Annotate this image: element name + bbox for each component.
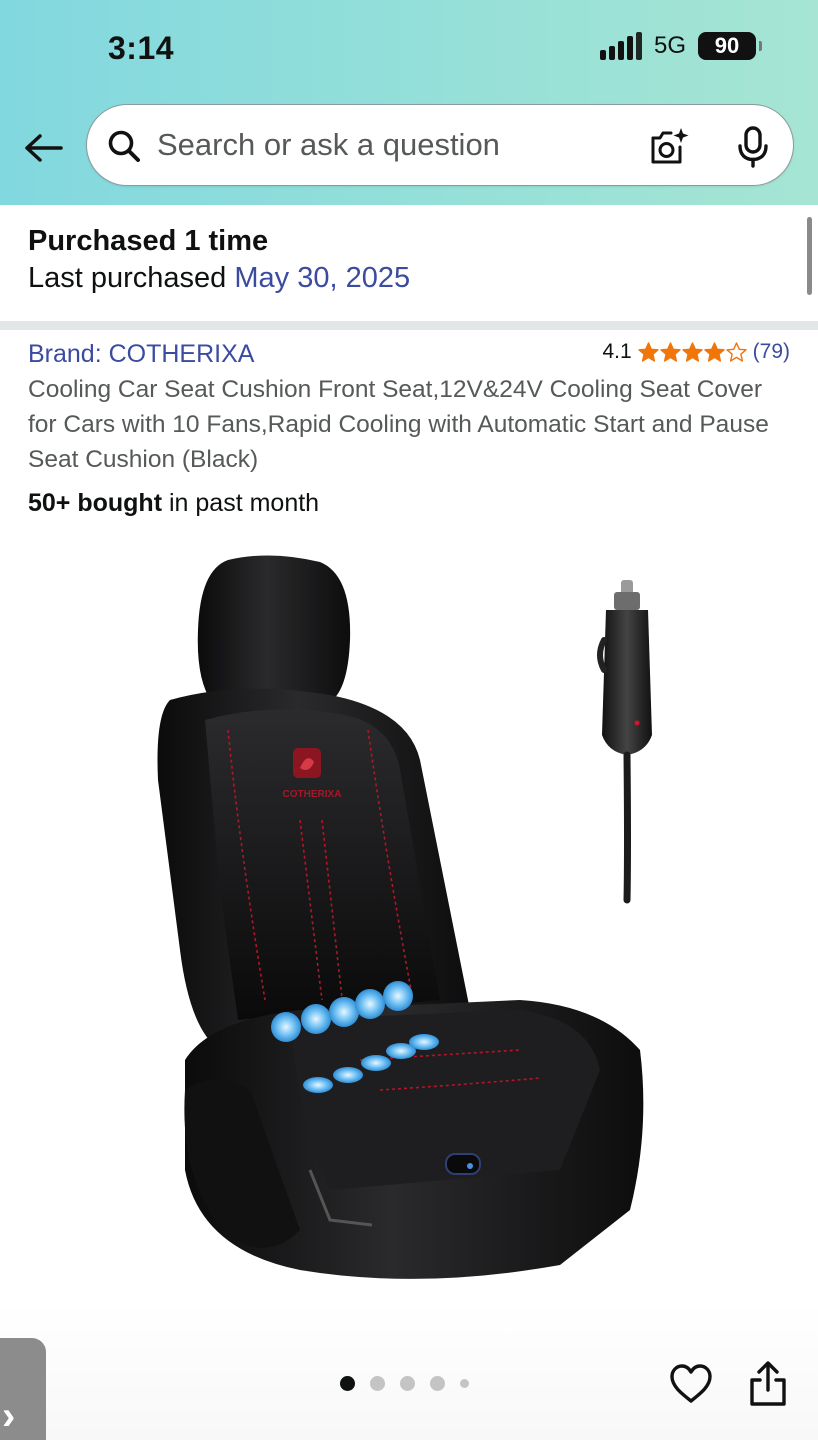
- rating-value: 4.1: [602, 340, 632, 363]
- seat-cushion-image: COTHERIXA: [157, 555, 652, 1279]
- last-purchased-date[interactable]: May 30, 2025: [234, 262, 410, 294]
- chevron-right-icon: ›: [2, 1394, 16, 1438]
- bought-count-rest: in past month: [162, 489, 320, 517]
- star-filled-icon: [681, 341, 703, 362]
- share-icon[interactable]: [747, 1360, 789, 1408]
- search-icon: [108, 130, 140, 162]
- cellular-signal-icon: [599, 32, 642, 60]
- status-indicators: 5G 90: [599, 32, 762, 60]
- network-type: 5G: [653, 32, 686, 59]
- search-input[interactable]: [157, 123, 627, 167]
- bought-count: 50+ bought in past month: [28, 489, 319, 518]
- microphone-icon[interactable]: [733, 125, 773, 169]
- car-plug-image: [597, 580, 652, 904]
- star-filled-icon: [659, 341, 681, 362]
- heart-icon[interactable]: [669, 1362, 713, 1406]
- product-title: Cooling Car Seat Cushion Front Seat,12V&…: [28, 376, 769, 473]
- purchase-count: Purchased 1 time: [28, 225, 269, 257]
- star-filled-icon: [637, 341, 659, 362]
- rating-summary[interactable]: 4.1 (79): [602, 340, 790, 364]
- star-filled-icon: [703, 341, 725, 362]
- star-empty-icon: [725, 341, 747, 362]
- scrollbar[interactable]: [807, 217, 812, 295]
- arrow-left-icon: [25, 134, 63, 162]
- image-pagination[interactable]: [340, 1376, 469, 1391]
- last-purchased: Last purchased May 30, 2025: [28, 262, 410, 295]
- pagination-dot[interactable]: [430, 1376, 445, 1391]
- back-button[interactable]: [22, 128, 64, 168]
- pagination-dot[interactable]: [400, 1376, 415, 1391]
- rating-count[interactable]: (79): [753, 340, 790, 364]
- battery-icon: 90: [698, 32, 762, 60]
- pagination-dot[interactable]: [370, 1376, 385, 1391]
- pagination-dot[interactable]: [460, 1379, 469, 1388]
- pagination-dot[interactable]: [340, 1376, 355, 1391]
- camera-sparkle-icon[interactable]: [647, 125, 691, 169]
- rating-stars: [637, 341, 747, 363]
- search-bar[interactable]: [86, 104, 794, 186]
- product-image[interactable]: COTHERIXA: [0, 530, 818, 1320]
- seat-logo-text: COTHERIXA: [283, 789, 342, 800]
- purchase-history: Purchased 1 time Last purchased May 30, …: [0, 205, 818, 321]
- status-time: 3:14: [108, 30, 175, 66]
- side-drawer-tab[interactable]: ›: [0, 1338, 46, 1440]
- brand-link[interactable]: Brand: COTHERIXA: [28, 340, 254, 369]
- section-divider: [0, 321, 818, 330]
- top-header: 3:14 5G 90: [0, 0, 818, 205]
- battery-level: 90: [714, 33, 740, 58]
- last-purchased-label: Last purchased: [28, 262, 235, 294]
- bought-count-bold: 50+ bought: [28, 489, 163, 517]
